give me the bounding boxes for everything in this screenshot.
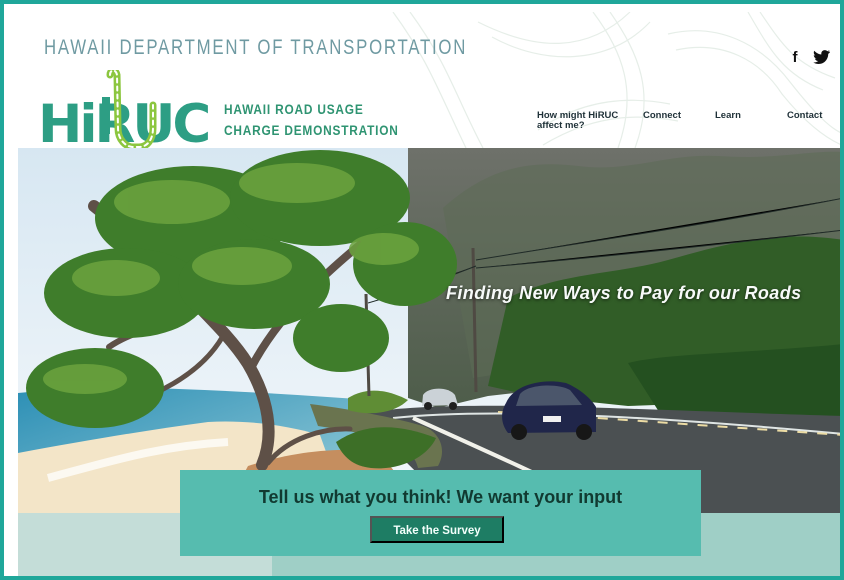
hero-photo [18,148,840,513]
twitter-icon[interactable] [813,48,831,66]
tagline-line-1: HAWAII ROAD USAGE [224,102,364,117]
hiruc-logo[interactable]: HiRUC [38,70,223,148]
hero-title: Finding New Ways to Pay for our Roads [446,283,802,303]
nav-connect[interactable]: Connect [643,111,681,121]
nav-how-might-line-2: affect me? [537,120,585,131]
survey-title: Tell us what you think! We want your inp… [258,487,623,507]
facebook-icon[interactable]: f [788,48,802,66]
hiruc-tagline: HAWAII ROAD USAGE CHARGE DEMONSTRATION [224,99,399,141]
browser-page-frame: HAWAII DEPARTMENT OF TRANSPORTATION HiRU… [0,0,844,580]
nav-learn[interactable]: Learn [715,111,741,121]
nav-how-might-hiruc-affect-me[interactable]: How might HiRUC affect me? [537,111,618,131]
survey-callout: Tell us what you think! We want your inp… [180,470,701,556]
site-header: HAWAII DEPARTMENT OF TRANSPORTATION HiRU… [18,12,840,148]
tagline-line-2: CHARGE DEMONSTRATION [224,123,399,138]
take-survey-button[interactable]: Take the Survey [370,516,504,543]
department-name: HAWAII DEPARTMENT OF TRANSPORTATION [44,36,468,59]
hero-banner: Finding New Ways to Pay for our Roads [18,148,840,513]
nav-contact[interactable]: Contact [787,111,822,121]
